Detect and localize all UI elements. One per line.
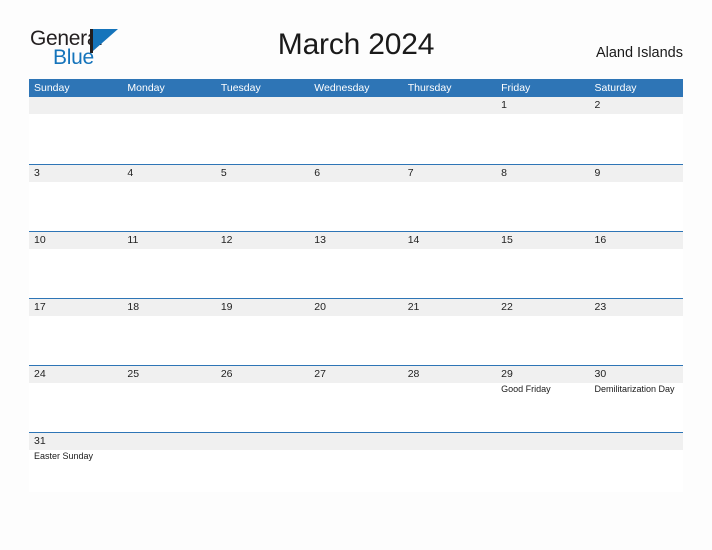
day-number: 26 (220, 368, 233, 380)
day-number: 11 (127, 234, 139, 246)
weekday-header-friday: Friday (501, 82, 531, 94)
holiday-label: Demilitarization Day (594, 384, 675, 394)
holiday-label: Easter Sunday (34, 451, 94, 461)
day-number: 16 (594, 234, 607, 246)
calendar-day-cell[interactable]: 10 (29, 232, 123, 298)
calendar-day-cell[interactable]: 18 (122, 299, 216, 365)
calendar-day-cell[interactable]: 9 (589, 165, 683, 231)
day-events: Demilitarization Day (595, 384, 679, 396)
calendar-day-cell[interactable]: 5 (215, 165, 310, 231)
day-number: 31 (34, 435, 46, 447)
calendar-week-row: 24 25 26 27 28 29 Good Friday 30 Demilitarizatio… (29, 365, 683, 432)
calendar-day-cell[interactable]: 12 (215, 232, 310, 298)
weekday-header-sunday: Sunday (34, 82, 70, 94)
calendar-day-cell[interactable]: 28 (402, 366, 497, 432)
day-number: 23 (594, 301, 607, 313)
day-number: 20 (314, 301, 326, 313)
day-number: 27 (314, 368, 326, 380)
day-events: Good Friday (501, 384, 585, 396)
day-number: 22 (501, 301, 513, 313)
calendar-day-cell[interactable]: 1 (496, 97, 590, 164)
calendar-day-cell[interactable]: 3 (29, 165, 123, 231)
calendar-grid: Sunday Monday Tuesday Wednesday Thursday… (29, 79, 683, 492)
calendar-day-cell[interactable]: 15 (496, 232, 590, 298)
weekday-header-row: Sunday Monday Tuesday Wednesday Thursday… (29, 79, 683, 97)
calendar-day-cell-empty (29, 97, 123, 164)
calendar-week-row: 3 4 5 6 7 8 9 (29, 164, 683, 231)
day-events: Easter Sunday (34, 451, 118, 463)
day-number: 6 (314, 167, 321, 179)
calendar-day-cell[interactable]: 24 (29, 366, 123, 432)
day-number: 12 (220, 234, 233, 246)
calendar-day-cell-empty (215, 97, 310, 164)
day-number: 13 (314, 234, 326, 246)
calendar-day-cell-empty (402, 433, 497, 492)
calendar-day-cell[interactable]: 19 (215, 299, 310, 365)
calendar-day-cell[interactable]: 29 Good Friday (496, 366, 590, 432)
calendar-day-cell[interactable]: 7 (402, 165, 497, 231)
weekday-header-monday: Monday (127, 82, 165, 94)
day-number: 30 (594, 368, 607, 380)
day-number: 7 (407, 167, 414, 179)
calendar-day-cell[interactable]: 30 Demilitarization Day (589, 366, 683, 432)
calendar-day-cell[interactable]: 27 (309, 366, 403, 432)
page-header: General Blue March 2024 Aland Islands (0, 0, 712, 78)
calendar-day-cell[interactable]: 22 (496, 299, 590, 365)
calendar-day-cell[interactable]: 8 (496, 165, 590, 231)
day-number: 9 (594, 167, 601, 179)
calendar-day-cell-empty (122, 97, 216, 164)
calendar-day-cell[interactable]: 23 (589, 299, 683, 365)
calendar-day-cell[interactable]: 31 Easter Sunday (29, 433, 123, 492)
calendar-day-cell-empty (309, 433, 403, 492)
day-number: 28 (407, 368, 420, 380)
day-number: 14 (407, 234, 420, 246)
day-number: 25 (127, 368, 140, 380)
calendar-week-row: 17 18 19 20 21 22 23 (29, 298, 683, 365)
day-number: 3 (34, 167, 40, 179)
weekday-header-thursday: Thursday (407, 82, 452, 94)
calendar-location: Aland Islands (595, 45, 683, 61)
day-number: 15 (501, 234, 513, 246)
calendar-week-row: 31 Easter Sunday (29, 432, 683, 492)
day-number: 2 (594, 99, 601, 111)
day-number: 29 (501, 368, 513, 380)
calendar-day-cell-empty (402, 97, 497, 164)
day-number: 5 (220, 167, 227, 179)
calendar-day-cell-empty (215, 433, 310, 492)
calendar-day-cell[interactable]: 17 (29, 299, 123, 365)
calendar-day-cell[interactable]: 21 (402, 299, 497, 365)
calendar-day-cell[interactable]: 25 (122, 366, 216, 432)
day-number: 1 (501, 99, 507, 111)
calendar-day-cell[interactable]: 13 (309, 232, 403, 298)
day-number: 19 (220, 301, 233, 313)
calendar-day-cell[interactable]: 6 (309, 165, 403, 231)
calendar-day-cell-empty (589, 433, 683, 492)
weekday-header-tuesday: Tuesday (220, 82, 261, 94)
calendar-day-cell[interactable]: 4 (122, 165, 216, 231)
calendar-day-cell-empty (309, 97, 403, 164)
calendar-day-cell-empty (122, 433, 216, 492)
weekday-header-wednesday: Wednesday (314, 82, 370, 94)
day-number: 21 (407, 301, 420, 313)
calendar-day-cell-empty (496, 433, 590, 492)
day-number: 17 (34, 301, 46, 313)
weekday-header-saturday: Saturday (594, 82, 637, 94)
day-number: 8 (501, 167, 507, 179)
calendar-week-row: 12 (29, 97, 683, 164)
calendar-day-cell[interactable]: 2 (589, 97, 683, 164)
calendar-day-cell[interactable]: 20 (309, 299, 403, 365)
day-number: 18 (127, 301, 140, 313)
day-number: 4 (127, 167, 134, 179)
day-number: 24 (34, 368, 46, 380)
day-number: 10 (34, 234, 46, 246)
calendar-page: General Blue March 2024 Aland Islands Su… (0, 0, 712, 550)
calendar-day-cell[interactable]: 16 (589, 232, 683, 298)
calendar-day-cell[interactable]: 14 (402, 232, 497, 298)
calendar-day-cell[interactable]: 26 (215, 366, 310, 432)
calendar-weeks: 1 2 3 4 5 6 7 8 9 10 11 12 13 14 15 16 17 18 19 20 21 22 23 24 2… (29, 97, 683, 492)
holiday-label: Good Friday (501, 384, 551, 394)
calendar-week-row: 10 11 12 13 14 15 16 (29, 231, 683, 298)
calendar-day-cell[interactable]: 11 (122, 232, 216, 298)
